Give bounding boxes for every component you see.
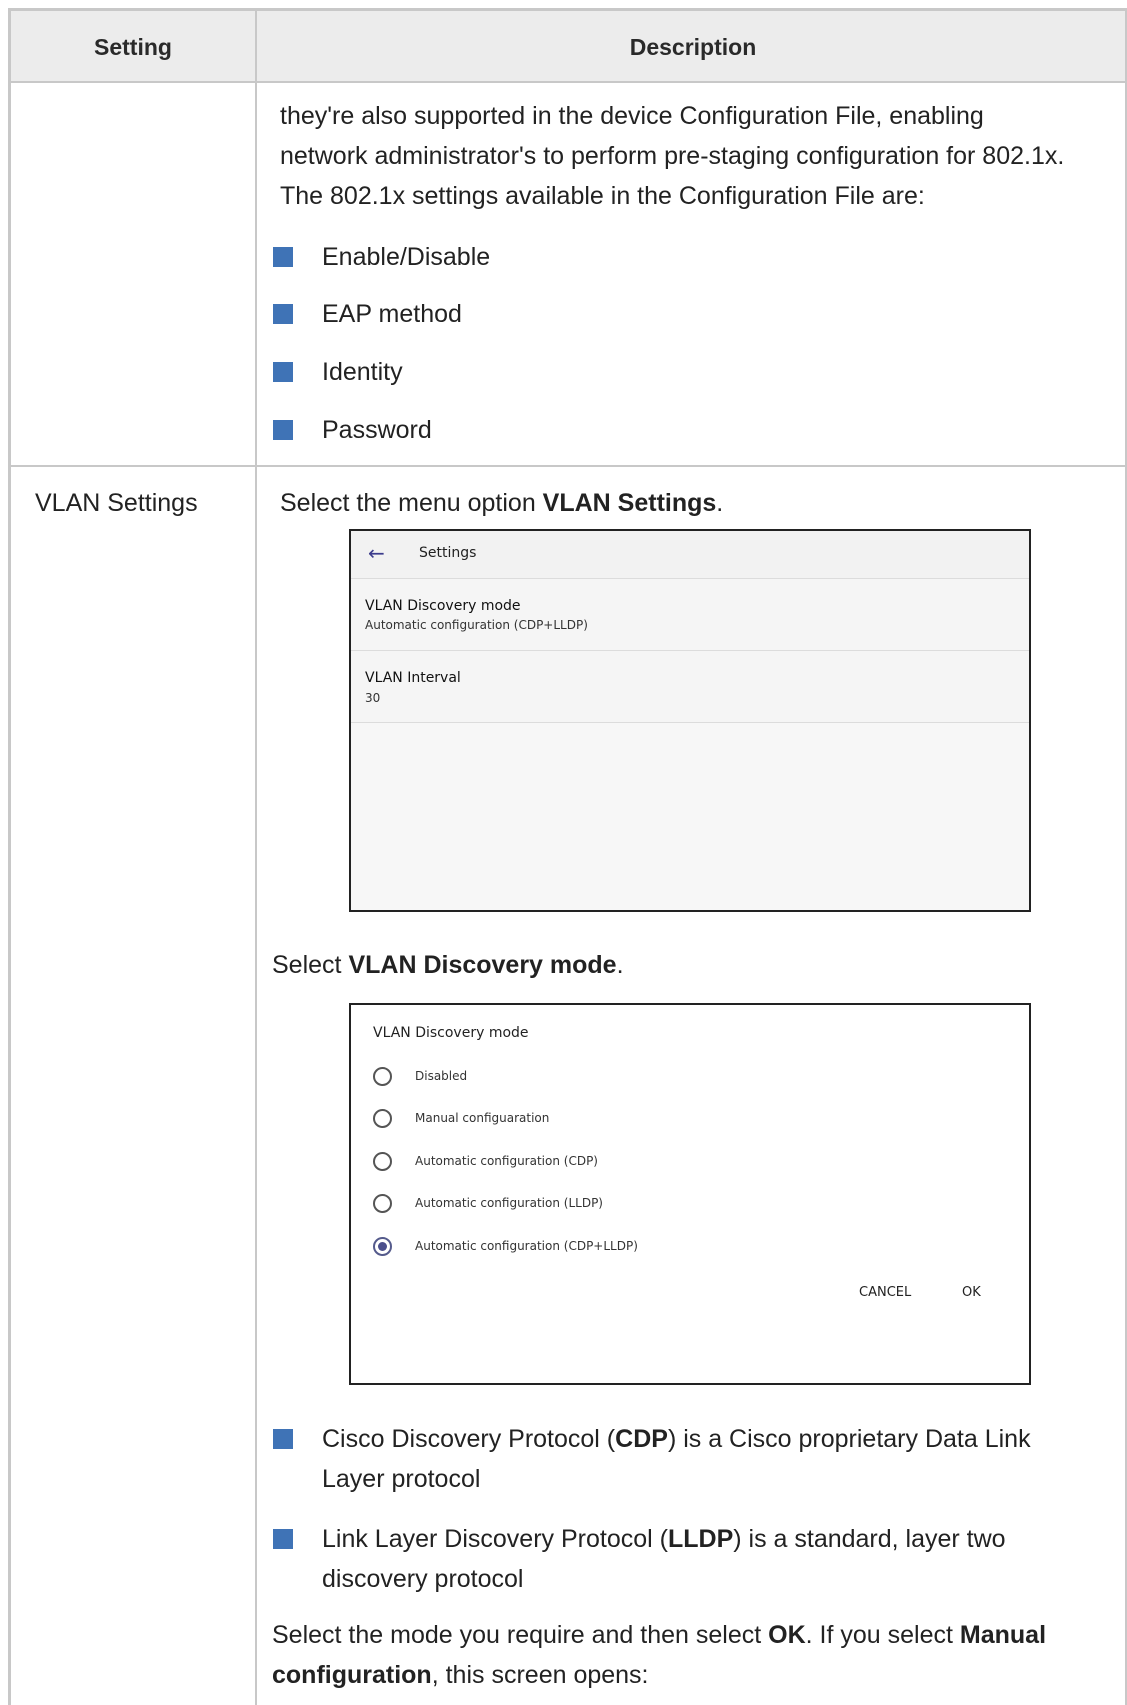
row-divider [11,465,1125,467]
settings-title: Settings [419,545,477,561]
bullet-item-password: Password [322,416,432,444]
bullet-icon [273,1429,293,1449]
dialog-title: VLAN Discovery mode [373,1025,529,1041]
bullet-item-eap: EAP method [322,300,462,328]
vlan-discovery-dialog: VLAN Discovery mode Disabled Manual conf… [349,1003,1031,1385]
bullet-item-identity: Identity [322,358,403,386]
radio-disabled[interactable] [373,1067,392,1086]
bullet-item-enable: Enable/Disable [322,243,491,271]
option-manual-label: Manual configuaration [415,1111,550,1125]
back-arrow-icon[interactable]: ← [368,541,385,565]
radio-manual[interactable] [373,1109,392,1128]
header-setting: Setting [94,34,172,60]
list-item-title: VLAN Discovery mode [365,598,521,614]
radio-auto-cdp[interactable] [373,1152,392,1171]
final-instruction: Select the mode you require and then sel… [272,1621,1047,1689]
bullet-icon [273,304,293,324]
column-divider [255,11,257,1705]
option-disabled-label: Disabled [415,1069,468,1083]
bullet-icon [273,1529,293,1549]
setting-vlan-settings: VLAN Settings [35,489,198,517]
option-auto-cdp-label: Automatic configuration (CDP) [415,1154,598,1168]
row1-paragraph: they're also supported in the device Con… [280,102,1065,210]
cancel-button[interactable]: CANCEL [859,1285,911,1300]
list-item-value: 30 [365,691,381,705]
bullet-icon [273,247,293,267]
option-auto-lldp-label: Automatic configuration (LLDP) [415,1196,603,1210]
table-header: Setting Description [11,11,1125,83]
bullet-cdp: Cisco Discovery Protocol (CDP) is a Cisc… [322,1425,1031,1493]
list-item-vlan-discovery-mode[interactable]: VLAN Discovery mode Automatic configurat… [351,579,1029,651]
radio-auto-lldp[interactable] [373,1194,392,1213]
settings-screenshot: ← Settings VLAN Discovery mode Automatic… [349,529,1031,912]
option-auto-cdp-lldp-label: Automatic configuration (CDP+LLDP) [415,1239,638,1253]
step2-text: Select VLAN Discovery mode. [272,951,624,979]
settings-title-bar: ← Settings [351,531,1029,579]
list-item-vlan-interval[interactable]: VLAN Interval 30 [351,651,1029,723]
ok-button[interactable]: OK [962,1285,981,1300]
list-item-value: Automatic configuration (CDP+LLDP) [365,618,588,632]
radio-auto-cdp-lldp[interactable] [373,1237,392,1256]
header-description: Description [629,34,757,60]
list-item-title: VLAN Interval [365,670,461,686]
step1-text: Select the menu option VLAN Settings. [280,489,724,517]
bullet-lldp: Link Layer Discovery Protocol (LLDP) is … [322,1525,1006,1593]
bullet-icon [273,420,293,440]
bullet-icon [273,362,293,382]
